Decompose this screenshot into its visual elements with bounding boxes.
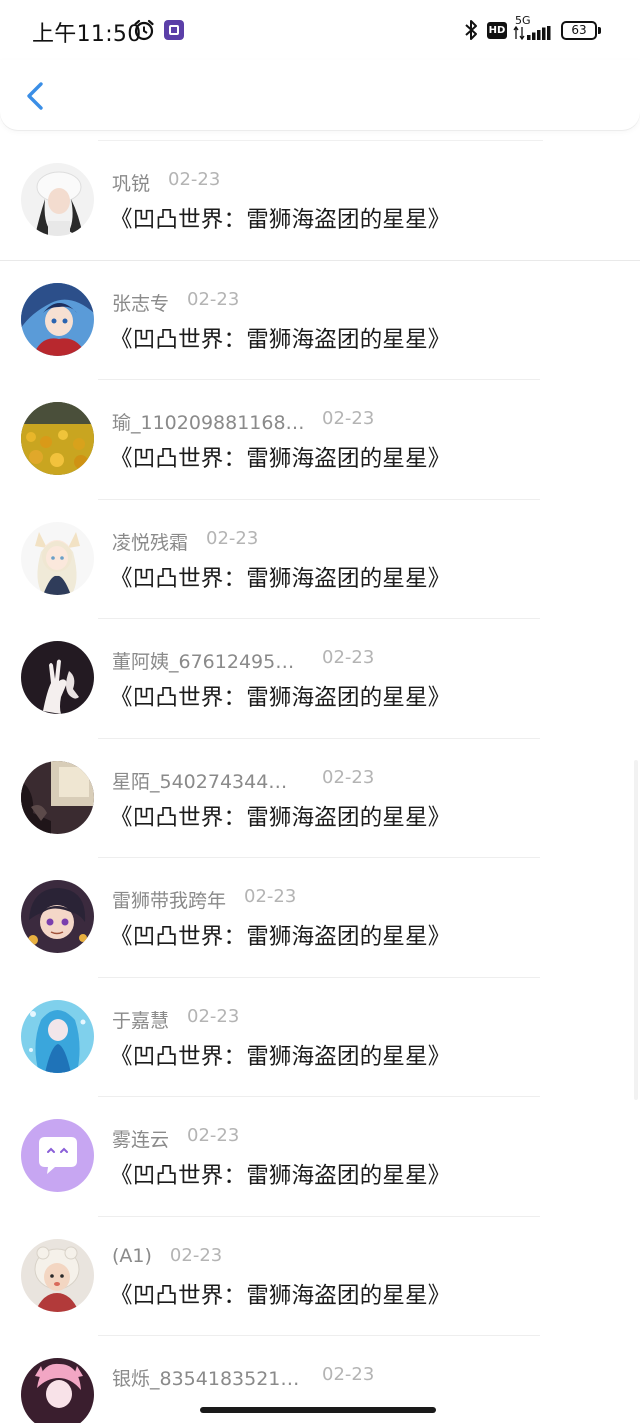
avatar[interactable]	[21, 1358, 94, 1423]
item-meta: 银烁_8354183521… 02-23	[112, 1364, 374, 1390]
item-date: 02-23	[187, 1005, 240, 1027]
avatar-anime-pink-icon	[21, 1358, 94, 1423]
item-date: 02-23	[322, 408, 375, 429]
avatar[interactable]	[21, 1119, 94, 1192]
item-content[interactable]: 《凹凸世界：雷狮海盗团的星星》	[110, 1158, 451, 1190]
app-notification-icon	[164, 20, 184, 40]
avatar-anime-blue-hair-icon	[21, 282, 94, 356]
item-date: 02-23	[187, 288, 240, 310]
header	[0, 60, 640, 130]
item-meta: 瑜_110209881168… 02-23	[112, 408, 374, 434]
item-meta: 凌悦残霜 02-23	[112, 528, 258, 554]
scrollbar[interactable]	[634, 760, 638, 1100]
item-date: 02-23	[244, 886, 297, 907]
avatar-girl-white-hat-icon	[21, 163, 94, 236]
user-name[interactable]: 于嘉慧	[112, 1006, 169, 1033]
battery-tip	[598, 27, 601, 34]
item-content[interactable]: 《凹凸世界：雷狮海盗团的星星》	[110, 202, 451, 234]
item-date: 02-23	[187, 1125, 240, 1146]
item-content[interactable]: 《凹凸世界：雷狮海盗团的星星》	[110, 800, 451, 832]
avatar-child-photo-icon	[21, 1238, 94, 1312]
avatar[interactable]	[21, 521, 94, 595]
item-date: 02-23	[169, 1244, 223, 1266]
avatar[interactable]	[21, 641, 94, 714]
battery-level: 63	[571, 23, 587, 37]
avatar-hands-dark-icon	[21, 641, 94, 714]
item-content[interactable]: 《凹凸世界：雷狮海盗团的星星》	[110, 1039, 451, 1071]
list-item[interactable]: (A1) 02-23 《凹凸世界：雷狮海盗团的星星》	[0, 1217, 640, 1337]
alarm-clock-icon	[134, 19, 154, 41]
battery-icon: 63	[561, 21, 597, 40]
avatar[interactable]	[21, 163, 94, 236]
item-content[interactable]: 《凹凸世界：雷狮海盗团的星星》	[110, 1278, 451, 1310]
list-item[interactable]: 雾连云 02-23 《凹凸世界：雷狮海盗团的星星》	[0, 1097, 640, 1217]
user-name[interactable]: (A1)	[112, 1245, 152, 1267]
avatar[interactable]	[21, 999, 94, 1073]
avatar[interactable]	[21, 760, 94, 834]
avatar-flower-field-icon	[21, 402, 94, 475]
avatar-anime-purple-boy-icon	[21, 880, 94, 953]
user-name[interactable]: 巩锐	[112, 169, 150, 196]
hd-badge: HD	[487, 22, 507, 39]
item-content[interactable]: 《凹凸世界：雷狮海盗团的星星》	[110, 322, 451, 354]
user-name[interactable]: 银烁_8354183521…	[112, 1364, 300, 1391]
home-indicator[interactable]	[200, 1407, 436, 1413]
avatar-anime-white-fox-icon	[21, 521, 94, 595]
avatar[interactable]	[21, 282, 94, 356]
user-name[interactable]: 凌悦残霜	[112, 528, 188, 555]
list-item[interactable]: 星陌_540274344… 02-23 《凹凸世界：雷狮海盗团的星星》	[0, 739, 640, 859]
avatar[interactable]	[21, 880, 94, 953]
item-meta: 董阿姨_67612495… 02-23	[112, 647, 374, 673]
user-name[interactable]: 雾连云	[112, 1125, 169, 1152]
bluetooth-icon	[465, 20, 477, 40]
item-meta: 于嘉慧 02-23	[112, 1006, 239, 1032]
item-content[interactable]: 《凹凸世界：雷狮海盗团的星星》	[110, 919, 451, 951]
item-meta: 雷狮带我跨年 02-23	[112, 886, 296, 912]
back-button[interactable]	[18, 76, 54, 116]
item-meta: 雾连云 02-23	[112, 1125, 239, 1151]
user-name[interactable]: 张志专	[112, 289, 169, 316]
avatar-anime-blue-mermaid-icon	[21, 999, 94, 1073]
avatar[interactable]	[21, 402, 94, 475]
chevron-left-icon	[27, 82, 43, 110]
list-item[interactable]: 张志专 02-23 《凹凸世界：雷狮海盗团的星星》	[0, 261, 640, 381]
list-item[interactable]: 雷狮带我跨年 02-23 《凹凸世界：雷狮海盗团的星星》	[0, 858, 640, 978]
list-item[interactable]: 于嘉慧 02-23 《凹凸世界：雷狮海盗团的星星》	[0, 978, 640, 1098]
screen: 上午11:50 HD 5G 63 巩锐 02-23 《凹凸世界：雷狮海盗团的星星…	[0, 0, 640, 1423]
user-name[interactable]: 董阿姨_67612495…	[112, 647, 300, 674]
user-name[interactable]: 瑜_110209881168…	[112, 408, 305, 435]
item-meta: (A1) 02-23	[112, 1245, 222, 1271]
item-meta: 星陌_540274344… 02-23	[112, 767, 374, 793]
status-time: 上午11:50	[32, 22, 142, 47]
item-meta: 张志专 02-23	[112, 289, 239, 315]
user-name[interactable]: 星陌_540274344…	[112, 767, 300, 794]
list-item[interactable]: 凌悦残霜 02-23 《凹凸世界：雷狮海盗团的星星》	[0, 500, 640, 620]
item-content[interactable]: 《凹凸世界：雷狮海盗团的星星》	[110, 441, 451, 473]
item-content[interactable]: 《凹凸世界：雷狮海盗团的星星》	[110, 680, 451, 712]
user-name[interactable]: 雷狮带我跨年	[112, 886, 226, 913]
item-date: 02-23	[322, 766, 375, 788]
avatar-default-chat-bubble-icon	[21, 1119, 94, 1192]
avatar-dim-photo-icon	[21, 760, 94, 834]
avatar[interactable]	[21, 1238, 94, 1312]
item-date: 02-23	[206, 527, 259, 549]
item-date: 02-23	[168, 169, 221, 190]
item-date: 02-23	[322, 1364, 375, 1385]
status-bar: 上午11:50 HD 5G 63	[0, 0, 640, 60]
item-content[interactable]: 《凹凸世界：雷狮海盗团的星星》	[110, 561, 451, 593]
list-item[interactable]: 董阿姨_67612495… 02-23 《凹凸世界：雷狮海盗团的星星》	[0, 619, 640, 739]
list-item[interactable]: 瑜_110209881168… 02-23 《凹凸世界：雷狮海盗团的星星》	[0, 380, 640, 500]
item-date: 02-23	[322, 647, 375, 668]
item-meta: 巩锐 02-23	[112, 169, 220, 195]
list-item[interactable]: 巩锐 02-23 《凹凸世界：雷狮海盗团的星星》	[0, 141, 640, 261]
comment-list: 巩锐 02-23 《凹凸世界：雷狮海盗团的星星》 张志专 02-23 《凹凸世界：雷…	[0, 141, 640, 1423]
signal-strength-icon	[513, 26, 551, 40]
